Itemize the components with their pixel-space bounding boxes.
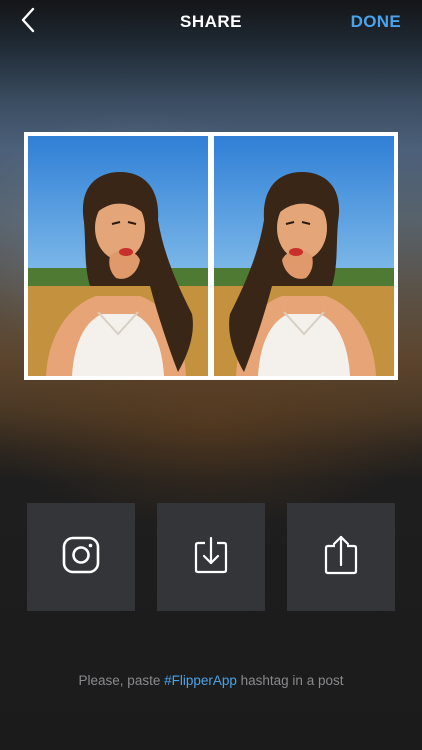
mirrored-photo bbox=[214, 136, 394, 376]
save-to-device-button[interactable] bbox=[157, 503, 265, 611]
navigation-bar: SHARE DONE bbox=[0, 0, 422, 46]
download-icon bbox=[193, 535, 229, 580]
share-actions bbox=[0, 503, 422, 611]
original-photo bbox=[28, 136, 208, 376]
hint-suffix: hashtag in a post bbox=[236, 673, 344, 688]
instagram-icon bbox=[62, 536, 100, 579]
share-icon bbox=[323, 534, 359, 581]
hashtag-hint: Please, paste #FlipperApp hashtag in a p… bbox=[0, 673, 422, 688]
hint-prefix: Please, paste bbox=[78, 673, 165, 688]
back-button[interactable] bbox=[12, 6, 44, 38]
chevron-left-icon bbox=[19, 6, 37, 39]
hashtag-text: #FlipperApp bbox=[164, 673, 237, 688]
flipped-photo-preview bbox=[24, 132, 398, 380]
instagram-share-button[interactable] bbox=[27, 503, 135, 611]
done-button[interactable]: DONE bbox=[351, 12, 401, 32]
share-sheet-button[interactable] bbox=[287, 503, 395, 611]
